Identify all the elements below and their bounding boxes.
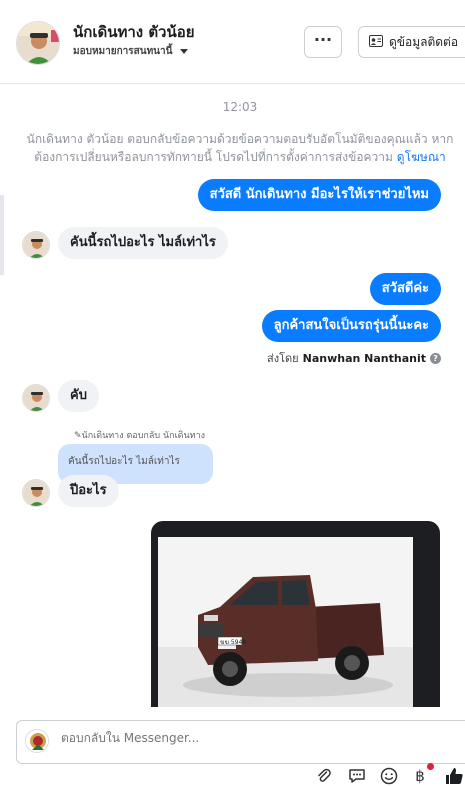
page-avatar [25, 729, 49, 753]
sent-by-info: ส่งโดย Nanwhan Nanthanit ? [267, 349, 441, 367]
reply-context-label: นักเดินทาง ตอบกลับ นักเดินทาง [81, 431, 206, 441]
plate-text: ฆฆ 5948 [220, 639, 246, 646]
assign-conversation-dropdown[interactable]: มอบหมายการสนทนานี้ [73, 44, 189, 59]
notification-dot [427, 763, 434, 770]
outgoing-message[interactable]: สวัสดี นักเดินทาง มีอะไรให้เราช่วยไหม [197, 179, 441, 211]
contact-avatar-small[interactable] [22, 479, 50, 507]
conversation-header: นักเดินทาง ตัวน้อย มอบหมายการสนทนานี้ ··… [0, 0, 465, 84]
contact-avatar[interactable] [16, 21, 60, 65]
more-options-button[interactable]: ··· [304, 26, 342, 58]
contact-card-icon [369, 34, 383, 50]
contact-avatar-small[interactable] [22, 384, 50, 412]
auto-reply-notice-text: นักเดินทาง ตัวน้อย ตอบกลับข้อความด้วยข้อ… [26, 132, 454, 164]
reply-input[interactable] [61, 731, 361, 745]
contact-name: นักเดินทาง ตัวน้อย [73, 23, 195, 41]
incoming-message[interactable]: คันนี้รถไปอะไร ไมล์เท่าไร [58, 227, 228, 259]
chevron-down-icon [180, 49, 189, 54]
sender-name[interactable]: Nanwhan Nanthanit [303, 352, 426, 365]
reply-arrow-icon: ✎ [74, 431, 82, 441]
photo-attachment[interactable]: ฆฆ 5948 [151, 521, 440, 721]
outgoing-message[interactable]: สวัสดีค่ะ [369, 273, 441, 305]
reply-box[interactable] [16, 720, 465, 764]
baht-symbol: ฿ [415, 767, 425, 785]
paperclip-icon[interactable] [313, 765, 335, 787]
incoming-message[interactable]: คับ [58, 380, 99, 412]
help-icon[interactable]: ? [430, 352, 441, 364]
message-composer: ฿ [0, 707, 465, 787]
message-timestamp: 12:03 [222, 100, 258, 114]
thumbs-up-icon[interactable] [443, 765, 465, 787]
sent-by-prefix: ส่งโดย [267, 352, 299, 365]
view-contact-label: ดูข้อมูลติดต่อ [389, 34, 459, 49]
pickup-truck-photo[interactable]: ฆฆ 5948 [158, 537, 413, 707]
reply-context: ✎นักเดินทาง ตอบกลับ นักเดินทาง [74, 428, 205, 442]
view-contact-button[interactable]: ดูข้อมูลติดต่อ [358, 26, 465, 58]
smiley-icon[interactable] [378, 765, 400, 787]
contact-avatar-small[interactable] [22, 231, 50, 259]
outgoing-message[interactable]: ลูกค้าสนใจเป็นรถรุ่นนี้นะคะ [261, 310, 441, 342]
auto-reply-notice: นักเดินทาง ตัวน้อย ตอบกลับข้อความด้วยข้อ… [20, 130, 460, 166]
view-ad-link[interactable]: ดูโฆษณา [397, 150, 446, 164]
incoming-message[interactable]: ปีอะไร [58, 475, 119, 507]
assign-conversation-label: มอบหมายการสนทนานี้ [73, 46, 173, 57]
scrollbar[interactable] [0, 195, 4, 275]
chat-bubble-icon[interactable] [346, 765, 368, 787]
